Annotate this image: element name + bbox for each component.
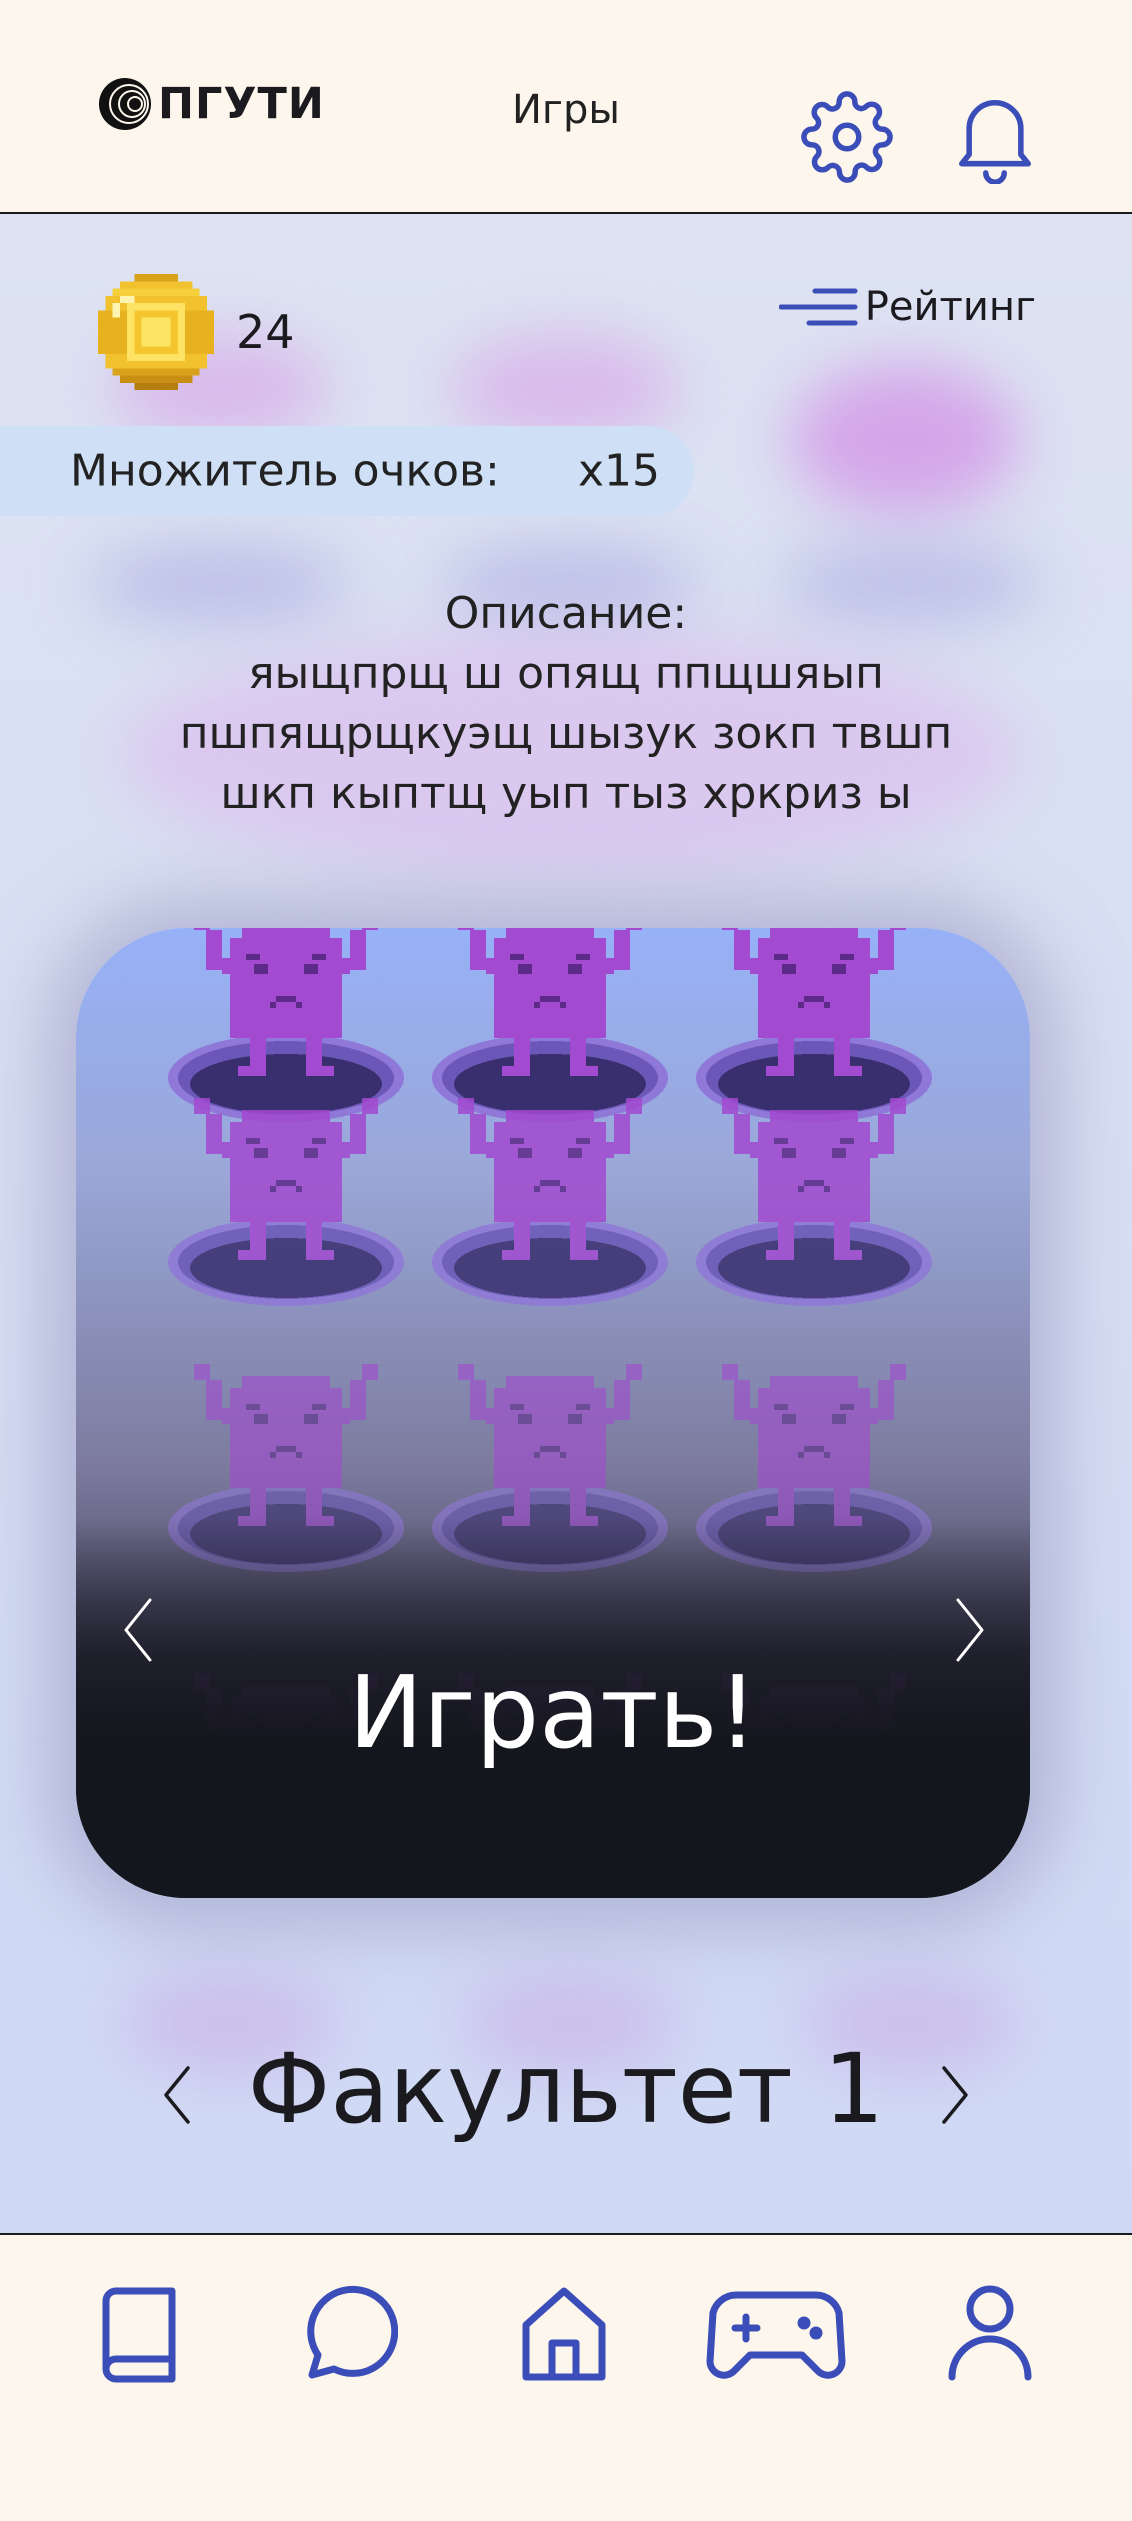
rating-button[interactable]: Рейтинг	[778, 284, 1036, 330]
multiplier-label: Множитель очков:	[70, 445, 500, 497]
rating-icon	[778, 288, 858, 326]
faculty-next-icon[interactable]	[934, 2060, 974, 2130]
background-blur	[790, 364, 1020, 514]
coin-icon	[98, 274, 214, 390]
profile-icon[interactable]	[946, 2283, 1034, 2383]
gamepad-icon[interactable]	[706, 2285, 846, 2385]
game-description: Описание: яыщпрщ ш опящ ппщшяып пшпящрщк…	[120, 584, 1012, 824]
score-multiplier-pill: Множитель очков: x15	[0, 426, 694, 516]
bell-icon[interactable]	[950, 88, 1040, 184]
logo-mark-icon	[99, 78, 151, 130]
coin-count: 24	[236, 305, 295, 359]
top-bar: ПГУТИ Игры	[0, 0, 1132, 214]
university-logo[interactable]: ПГУТИ	[98, 77, 325, 131]
bottom-nav	[0, 2233, 1132, 2521]
multiplier-value: x15	[578, 445, 661, 497]
monster-row	[168, 1098, 932, 1306]
rating-label: Рейтинг	[864, 284, 1036, 330]
home-icon[interactable]	[518, 2285, 610, 2385]
monster-row	[168, 928, 932, 1122]
description-line: шкп кыптщ уып тыз хркриз ы	[220, 768, 912, 819]
page-title: Игры	[512, 87, 620, 133]
description-title: Описание:	[444, 588, 688, 639]
description-line: яыщпрщ ш опящ ппщшяып	[248, 648, 884, 699]
play-button-label[interactable]: Играть!	[76, 1654, 1030, 1771]
games-screen: 24 Рейтинг Множитель очков: x15 Описание…	[0, 214, 1132, 2233]
book-icon[interactable]	[96, 2285, 180, 2385]
gear-icon[interactable]	[800, 90, 894, 184]
coin-balance: 24	[98, 274, 295, 390]
chat-icon[interactable]	[298, 2281, 398, 2385]
logo-text: ПГУТИ	[158, 79, 325, 129]
faculty-selector: Факультет 1	[0, 2014, 1132, 2164]
description-line: пшпящрщкуэщ шызук зокп твшп	[179, 708, 953, 759]
game-card[interactable]: Играть!	[76, 928, 1030, 1898]
